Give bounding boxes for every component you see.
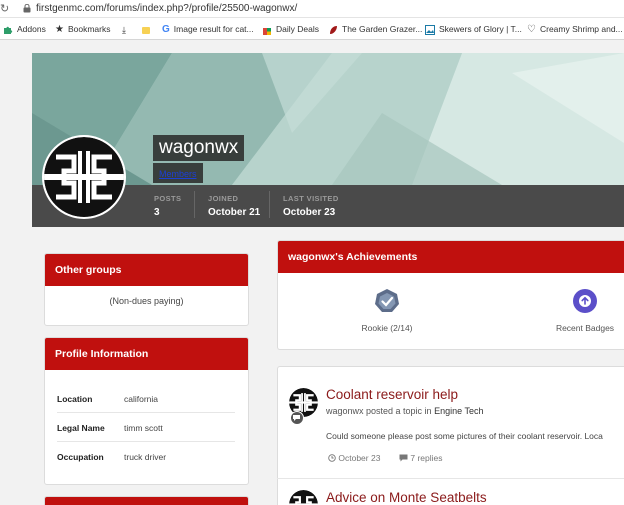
group-name: (Non-dues paying) <box>109 296 184 306</box>
arrow-up-circle-icon <box>573 289 597 313</box>
username-heading: wagonwx <box>153 135 245 161</box>
bookmark-folder[interactable] <box>141 22 155 36</box>
bookmark-addons[interactable]: Addons <box>3 22 46 36</box>
bookmark-skewers[interactable]: Skewers of Glory | T... <box>425 22 522 36</box>
post-replies[interactable]: 7 replies <box>399 453 443 463</box>
reload-icon[interactable]: ↻ <box>0 2 9 15</box>
bookmark-garden-grazer[interactable]: The Garden Grazer... <box>328 22 422 36</box>
folder-icon <box>142 26 150 34</box>
post-date[interactable]: October 23 <box>328 453 380 463</box>
heart-icon: ♡ <box>527 23 536 35</box>
divider <box>277 478 624 479</box>
stat-posts: POSTS 3 <box>154 194 182 218</box>
member-group[interactable]: Members <box>153 163 203 183</box>
download-icon: ⤓ <box>122 24 126 35</box>
avatar-logo-icon <box>44 137 124 217</box>
stat-joined: JOINED October 21 <box>208 194 261 218</box>
clock-icon <box>328 454 336 462</box>
bookmark-image-result[interactable]: G Image result for cat... <box>162 22 254 36</box>
google-icon: G <box>162 23 170 35</box>
post-meta: wagonwx posted a topic in Engine Tech <box>326 406 484 416</box>
stat-divider <box>269 191 270 218</box>
browser-window: ↻ firstgenmc.com/forums/index.php?/profi… <box>0 0 624 505</box>
bookmark-bookmarks[interactable]: ★ Bookmarks <box>55 22 110 36</box>
url-text[interactable]: firstgenmc.com/forums/index.php?/profile… <box>36 3 297 14</box>
achievement-recent-badges[interactable]: Recent Badges <box>552 288 618 333</box>
post-title[interactable]: Advice on Monte Seatbelts <box>326 490 487 505</box>
profile-info-card: Profile Information Location california … <box>44 337 249 485</box>
stat-last-visited: LAST VISITED October 23 <box>283 194 339 218</box>
comment-icon <box>293 415 300 421</box>
forum-link[interactable]: Engine Tech <box>434 406 483 416</box>
info-row-location: Location california <box>57 384 235 413</box>
info-row-legal-name: Legal Name timm scott <box>57 413 235 442</box>
post-title[interactable]: Coolant reservoir help <box>326 387 458 402</box>
address-bar[interactable]: ↻ firstgenmc.com/forums/index.php?/profi… <box>0 0 624 18</box>
profile-info-title: Profile Information <box>45 338 248 370</box>
leaf-icon <box>330 25 337 34</box>
achievements-title: wagonwx's Achievements <box>278 241 624 273</box>
comment-icon <box>399 454 408 462</box>
bookmarks-bar: Addons ★ Bookmarks ⤓ G Image result for ca… <box>0 18 624 40</box>
other-groups-title: Other groups <box>45 254 248 286</box>
profile-cover: wagonwx Members POSTS 3 JOINED October 2… <box>32 53 624 227</box>
bookmark-creamy-shrimp[interactable]: ♡ Creamy Shrimp and... <box>527 22 623 36</box>
lock-icon[interactable] <box>23 4 31 13</box>
bookmark-daily-deals[interactable]: Daily Deals <box>262 22 319 36</box>
shopping-bag-icon <box>263 27 271 35</box>
star-icon: ★ <box>55 23 64 35</box>
achievement-rookie[interactable]: Rookie (2/14) <box>354 288 420 333</box>
stat-divider <box>194 191 195 218</box>
other-groups-card: Other groups (Non-dues paying) <box>44 253 249 326</box>
sidebar-card-next <box>44 496 249 505</box>
avatar[interactable] <box>42 135 126 219</box>
image-icon <box>425 24 435 35</box>
puzzle-icon <box>4 26 13 34</box>
topic-badge-icon <box>290 411 304 425</box>
info-row-occupation: Occupation truck driver <box>57 452 167 462</box>
rookie-badge-icon <box>375 289 399 312</box>
post-snippet: Could someone please post some pictures … <box>326 431 603 441</box>
bookmark-download[interactable]: ⤓ <box>122 22 136 36</box>
